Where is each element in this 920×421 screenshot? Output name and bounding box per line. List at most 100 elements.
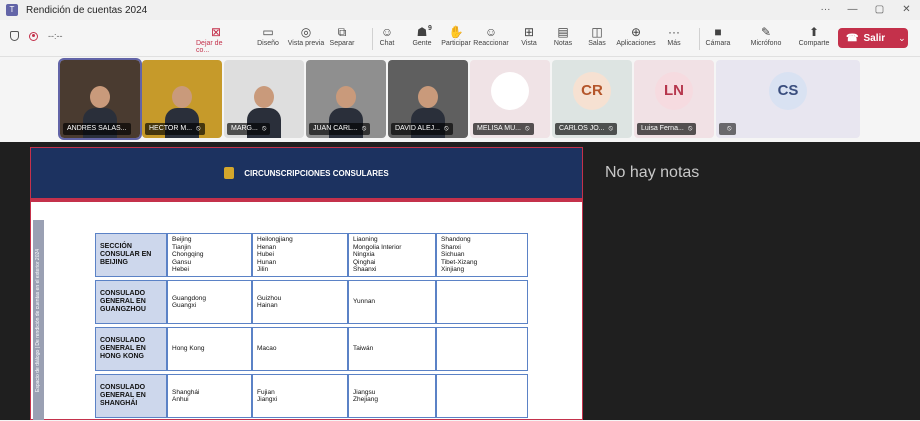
share-icon: ⬆ xyxy=(808,25,820,39)
mic-muted-icon: ⦸ xyxy=(444,125,449,132)
mic-muted-icon: ⦸ xyxy=(524,125,530,132)
raise-hand-icon: ✋ xyxy=(448,25,464,39)
participant-name-tag: CARLOS JO... ⦸ xyxy=(555,123,618,135)
minimize-button[interactable]: — xyxy=(839,0,866,20)
maximize-button[interactable]: ▢ xyxy=(866,0,893,20)
toolbar-button-cámara[interactable]: ■ Cámara xyxy=(698,24,738,54)
coat-of-arms-icon xyxy=(224,167,235,179)
table-row: CONSULADO GENERAL EN HONG KONG Hong Kong M… xyxy=(95,327,528,371)
meeting-status: --:-- xyxy=(10,31,63,41)
consular-table: SECCIÓN CONSULAR EN BEIJING Beijing Tianj… xyxy=(95,230,528,421)
mic-off-icon: ✎ xyxy=(760,25,772,39)
toolbar-button-label: Reaccionar xyxy=(473,40,509,47)
shared-content-stage: CIRCUNSCRIPCIONES CONSULARES Espacio de … xyxy=(0,142,920,420)
toolbar-button-micrófono[interactable]: ✎ Micrófono xyxy=(746,24,786,54)
layout-icon: ▭ xyxy=(262,25,274,39)
toolbar-button-reaccionar[interactable]: ☺ Reaccionar xyxy=(471,24,511,54)
shield-icon xyxy=(10,31,19,41)
participant-name: MARG... xyxy=(231,125,258,132)
participant-tile[interactable]: MARG... ⦸ xyxy=(224,60,304,138)
shared-slide: CIRCUNSCRIPCIONES CONSULARES Espacio de … xyxy=(30,147,583,420)
window-more-button[interactable]: ··· xyxy=(812,0,839,20)
participant-tile[interactable]: HECTOR M... ⦸ xyxy=(142,60,222,138)
participant-name-tag: JUAN CARL... ⦸ xyxy=(309,123,371,135)
window-title: Rendición de cuentas 2024 xyxy=(26,4,148,16)
mic-muted-icon: ⦸ xyxy=(687,125,693,132)
toolbar-button-vista-previa[interactable]: ◎ Vista previa xyxy=(286,24,326,54)
window-controls: ··· — ▢ ✕ xyxy=(812,0,920,20)
province-cell xyxy=(436,374,528,418)
table-row: CONSULADO GENERAL EN GUANGZHOU Guangdong … xyxy=(95,280,528,324)
province-cell: Macao xyxy=(252,327,348,371)
react-icon: ☺ xyxy=(484,25,498,39)
participant-tile[interactable]: CS ⦸ xyxy=(716,60,860,138)
toolbar-button-dejar-de-co[interactable]: ⊠ Dejar de co... xyxy=(196,24,236,54)
participant-name: HECTOR M... xyxy=(149,125,193,132)
participant-name-tag: MELISA MU... ⦸ xyxy=(473,123,534,135)
participant-tile[interactable]: CR CARLOS JO... ⦸ xyxy=(552,60,632,138)
participant-name-tag: Luisa Ferna... ⦸ xyxy=(637,123,697,135)
toolbar-button-label: Separar xyxy=(329,40,355,47)
consulate-name: CONSULADO GENERAL EN HONG KONG xyxy=(95,327,167,371)
participant-tile[interactable]: LN Luisa Ferna... ⦸ xyxy=(634,60,714,138)
mic-muted-icon: ⦸ xyxy=(727,125,732,132)
province-cell xyxy=(436,327,528,371)
participant-tile[interactable]: DAVID ALEJ... ⦸ xyxy=(388,60,468,138)
mic-muted-icon: ⦸ xyxy=(196,125,201,132)
chevron-down-icon[interactable]: ⌄ xyxy=(898,33,906,44)
toolbar-button-label: Vista previa xyxy=(287,40,325,47)
participant-name: CARLOS JO... xyxy=(559,125,605,132)
rooms-icon: ◫ xyxy=(591,25,603,39)
toolbar-button-aplicaciones[interactable]: ⊕ Aplicaciones xyxy=(616,24,656,54)
province-cell: Jiangsu Zhejiang xyxy=(348,374,436,418)
avatar: CS xyxy=(769,72,807,110)
participant-name: ANDRES SALAS... xyxy=(67,125,127,132)
title-bar: T Rendición de cuentas 2024 ··· — ▢ ✕ xyxy=(0,0,920,20)
consulate-name: CONSULADO GENERAL EN SHANGHÁI xyxy=(95,374,167,418)
toolbar-button-label: Vista xyxy=(521,40,537,47)
province-cell: Shandong Shanxi Sichuan Tibet-Xizang Xin… xyxy=(436,233,528,277)
notes-empty-text: No hay notas xyxy=(605,164,700,181)
people-icon: ☗ xyxy=(416,25,428,39)
province-cell: Fujian Jiangxi xyxy=(252,374,348,418)
more-icon: ··· xyxy=(668,25,680,39)
province-cell: Beijing Tianjin Chongqing Gansu Hebei xyxy=(167,233,252,277)
participant-name: Luisa Ferna... xyxy=(641,125,684,132)
teams-logo-icon: T xyxy=(6,4,18,16)
toolbar-button-salas[interactable]: ◫ Salas xyxy=(577,24,617,54)
toolbar-button-dise-o[interactable]: ▭ Diseño xyxy=(248,24,288,54)
toolbar-button-label: Notas xyxy=(553,40,573,47)
mic-muted-icon: ⦸ xyxy=(361,125,367,132)
toolbar-button-más[interactable]: ··· Más xyxy=(654,24,694,54)
camera-off-icon: ■ xyxy=(714,25,722,39)
meeting-toolbar: --:-- ⊠ Dejar de co... ▭ Diseño ◎ Vista previ… xyxy=(0,20,920,57)
participant-name: MELISA MU... xyxy=(477,125,521,132)
close-window-button[interactable]: ✕ xyxy=(893,0,920,20)
table-row: CONSULADO GENERAL EN SHANGHÁI Shanghái An… xyxy=(95,374,528,418)
chat-icon: ☺ xyxy=(380,25,394,39)
recording-icon xyxy=(29,31,38,41)
hangup-icon: ☎ xyxy=(846,32,859,44)
mic-muted-icon: ⦸ xyxy=(608,125,614,132)
toolbar-button-label: Micrófono xyxy=(750,40,782,47)
participant-tile[interactable]: ANDRES SALAS... xyxy=(58,58,142,140)
toolbar-button-comparte[interactable]: ⬆ Comparte xyxy=(794,24,834,54)
avatar xyxy=(491,72,529,110)
participant-tile[interactable]: MELISA MU... ⦸ xyxy=(470,60,550,138)
notes-icon: ▤ xyxy=(557,25,569,39)
province-cell: Shanghái Anhui xyxy=(167,374,252,418)
participant-name-tag: ⦸ xyxy=(719,123,736,135)
view-icon: ⊞ xyxy=(523,25,535,39)
toolbar-button-chat[interactable]: ☺ Chat xyxy=(367,24,407,54)
leave-button[interactable]: ☎ Salir ⌄ xyxy=(838,28,908,48)
toolbar-button-separar[interactable]: ⧉ Separar xyxy=(322,24,362,54)
people-count-badge: 9 xyxy=(428,25,432,32)
toolbar-divider xyxy=(372,28,373,50)
province-cell xyxy=(436,280,528,324)
participant-name-tag: ANDRES SALAS... xyxy=(63,123,131,135)
toolbar-button-participar[interactable]: ✋ Participar xyxy=(436,24,476,54)
toolbar-button-label: Cámara xyxy=(705,40,731,47)
consulate-name: CONSULADO GENERAL EN GUANGZHOU xyxy=(95,280,167,324)
participant-tile[interactable]: JUAN CARL... ⦸ xyxy=(306,60,386,138)
slide-title: CIRCUNSCRIPCIONES CONSULARES xyxy=(244,168,389,178)
